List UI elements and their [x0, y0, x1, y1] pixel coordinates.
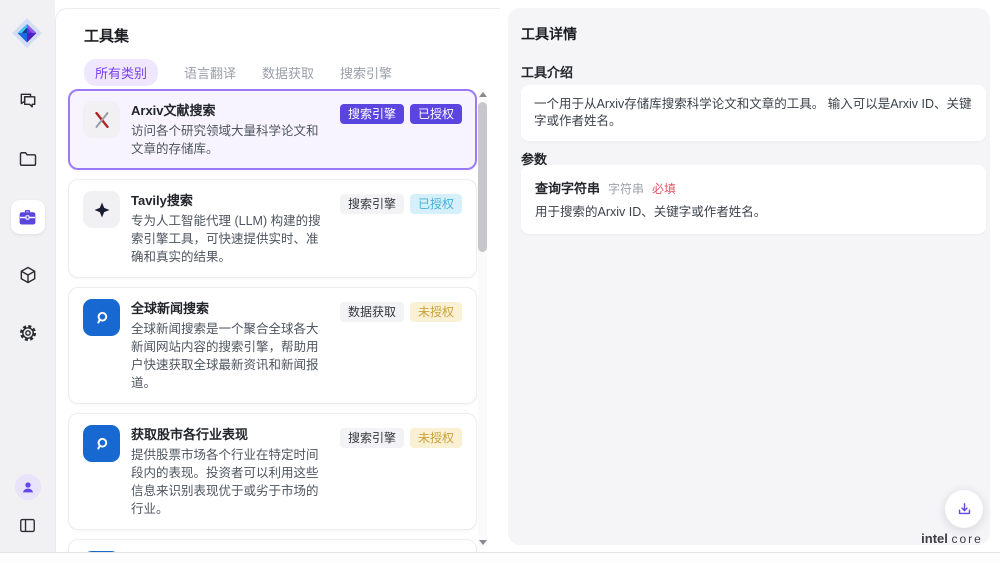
tab-data-retrieval[interactable]: 数据获取 — [262, 63, 314, 82]
tab-search-engine[interactable]: 搜索引擎 — [340, 63, 392, 82]
core-brand-text: core — [952, 532, 983, 546]
sidebar-bottom — [0, 474, 55, 538]
tool-list-panel: 工具集 所有类别 语言翻译 数据获取 搜索引擎 Arxiv文献搜索 访问各个研究… — [55, 8, 500, 552]
sidebar-item-chat[interactable] — [11, 84, 45, 118]
tool-detail-panel: 工具详情 工具介绍 一个用于从Arxiv存储库搜索科学论文和文章的工具。 输入可… — [508, 8, 990, 545]
category-tabs: 所有类别 语言翻译 数据获取 搜索引擎 — [84, 59, 392, 86]
sidebar-item-tools[interactable] — [11, 200, 45, 234]
param-card: 查询字符串 字符串 必填 用于搜索的Arxiv ID、关键字或作者姓名。 — [521, 165, 986, 234]
list-scrollbar[interactable] — [478, 89, 487, 548]
tool-name: Tavily搜索 — [131, 191, 329, 210]
blue-search-icon — [83, 299, 120, 336]
user-icon — [20, 479, 36, 495]
param-name: 查询字符串 — [535, 178, 600, 197]
scroll-down-arrow-icon[interactable] — [479, 540, 487, 545]
tool-description: 全球新闻搜索是一个聚合全球各大新闻网站内容的搜索引擎，帮助用户快速获取全球最新资… — [131, 320, 329, 392]
scroll-up-arrow-icon[interactable] — [479, 92, 487, 97]
auth-status-badge: 未授权 — [410, 428, 462, 448]
tab-language-translation[interactable]: 语言翻译 — [184, 63, 236, 82]
tool-name: Arxiv文献搜索 — [131, 101, 329, 120]
user-avatar[interactable] — [15, 474, 41, 500]
gear-icon — [18, 323, 38, 343]
tool-description: 提供股票市场各个行业在特定时间段内的表现。投资者可以利用这些信息来识别表现优于或… — [131, 446, 329, 518]
toolbox-icon — [17, 207, 38, 228]
tool-description: 访问各个研究领域大量科学论文和文章的存储库。 — [131, 122, 329, 158]
tool-description: 专为人工智能代理 (LLM) 构建的搜索引擎工具，可快速提供实时、准确和真实的结… — [131, 212, 329, 266]
download-button[interactable] — [945, 490, 983, 528]
intel-brand-text: intel — [921, 531, 948, 546]
category-badge: 搜索引擎 — [340, 104, 404, 124]
cube-icon — [18, 265, 38, 285]
category-badge: 搜索引擎 — [340, 194, 404, 214]
tool-card-active-stocks[interactable]: 获取市场最活跃股票信息 提供当天交易量最高的股票列表，投资者可以利用这些信息来识… — [68, 539, 477, 552]
sidebar-item-files[interactable] — [11, 142, 45, 176]
arxiv-logo-icon — [83, 101, 120, 138]
sparkle-star-icon — [83, 191, 120, 228]
download-icon — [956, 501, 973, 518]
tool-name: 获取股市各行业表现 — [131, 425, 329, 444]
tool-card-arxiv[interactable]: Arxiv文献搜索 访问各个研究领域大量科学论文和文章的存储库。 搜索引擎 已授… — [68, 89, 477, 170]
category-badge: 搜索引擎 — [340, 428, 404, 448]
app-window: 工具集 所有类别 语言翻译 数据获取 搜索引擎 Arxiv文献搜索 访问各个研究… — [0, 0, 1000, 563]
tool-card-list: Arxiv文献搜索 访问各个研究领域大量科学论文和文章的存储库。 搜索引擎 已授… — [68, 89, 477, 552]
category-badge: 数据获取 — [340, 302, 404, 322]
tab-all-categories[interactable]: 所有类别 — [84, 59, 158, 86]
auth-status-badge: 已授权 — [410, 104, 462, 124]
tool-card-sector-performance[interactable]: 获取股市各行业表现 提供股票市场各个行业在特定时间段内的表现。投资者可以利用这些… — [68, 413, 477, 530]
folder-icon — [18, 149, 38, 169]
intro-heading: 工具介绍 — [521, 62, 573, 81]
auth-status-badge: 已授权 — [410, 194, 462, 214]
auth-status-badge: 未授权 — [410, 302, 462, 322]
param-required-label: 必填 — [652, 180, 676, 197]
sidebar-item-models[interactable] — [11, 258, 45, 292]
page-title: 工具集 — [84, 25, 129, 46]
blue-search-icon — [83, 425, 120, 462]
sidebar — [0, 0, 55, 552]
collapse-panel-icon — [18, 516, 37, 535]
tool-card-global-news[interactable]: 全球新闻搜索 全球新闻搜索是一个聚合全球各大新闻网站内容的搜索引擎，帮助用户快速… — [68, 287, 477, 404]
param-description: 用于搜索的Arxiv ID、关键字或作者姓名。 — [535, 204, 972, 221]
window-bottom-strip — [0, 552, 1000, 563]
tool-card-tavily[interactable]: Tavily搜索 专为人工智能代理 (LLM) 构建的搜索引擎工具，可快速提供实… — [68, 179, 477, 278]
detail-title: 工具详情 — [521, 24, 577, 44]
intro-text-box: 一个用于从Arxiv存储库搜索科学论文和文章的工具。 输入可以是Arxiv ID… — [521, 85, 986, 141]
param-type: 字符串 — [608, 180, 644, 197]
tool-name: 全球新闻搜索 — [131, 299, 329, 318]
sidebar-item-settings[interactable] — [11, 316, 45, 350]
app-logo-icon — [11, 17, 43, 49]
collapse-sidebar-button[interactable] — [15, 512, 41, 538]
sidebar-nav — [0, 84, 55, 350]
chat-icon — [18, 91, 38, 111]
scrollbar-thumb[interactable] — [478, 102, 487, 252]
